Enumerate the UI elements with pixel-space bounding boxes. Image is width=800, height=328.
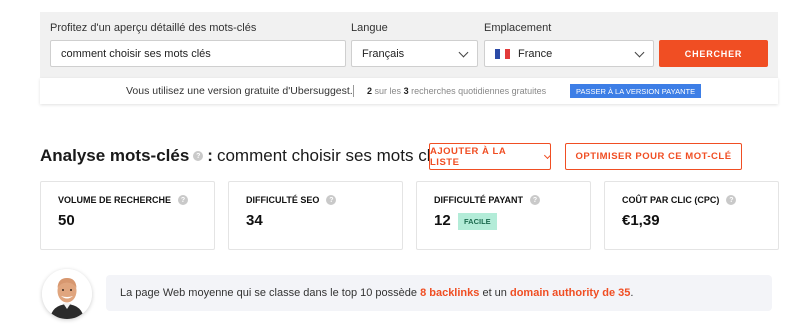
analysis-keyword: comment choisir ses mots clés (216, 146, 449, 165)
metric-label: DIFFICULTÉ SEO (246, 195, 320, 205)
metric-value: 34 (246, 212, 263, 229)
search-button[interactable]: CHERCHER (659, 40, 768, 67)
avatar (42, 269, 92, 319)
backlinks-count: 8 backlinks (420, 287, 480, 299)
metric-card-paid-difficulty: DIFFICULTÉ PAYANT ? 12 FACILE (416, 181, 591, 250)
language-value: Français (362, 47, 405, 60)
metric-title: VOLUME DE RECHERCHE ? (58, 195, 192, 205)
question-circle-icon[interactable]: ? (530, 195, 541, 205)
metric-value: 12 (434, 212, 451, 229)
metric-title: DIFFICULTÉ PAYANT ? (434, 195, 544, 205)
metric-title: COÛT PAR CLIC (CPC) ? (622, 195, 740, 205)
chevron-down-icon (458, 47, 469, 58)
keyword-field[interactable] (50, 40, 346, 67)
metric-value: €1,39 (622, 212, 660, 229)
quota-used: 2 (367, 86, 373, 96)
divider (353, 85, 354, 97)
search-panel: Profitez d'un aperçu détaillé des mots-c… (40, 12, 778, 78)
quota-mid: sur les (374, 86, 402, 96)
language-label: Langue (351, 22, 388, 34)
metric-label: VOLUME DE RECHERCHE (58, 195, 172, 205)
location-label: Emplacement (484, 22, 552, 34)
question-circle-icon[interactable]: ? (326, 195, 337, 205)
question-circle-icon[interactable]: ? (726, 195, 737, 205)
optimize-keyword-button[interactable]: OPTIMISER POUR CE MOT-CLÉ (565, 143, 742, 170)
quota-total: 3 (403, 86, 409, 96)
metric-label: COÛT PAR CLIC (CPC) (622, 195, 720, 205)
metric-card-cpc: COÛT PAR CLIC (CPC) ? €1,39 (604, 181, 779, 250)
metric-label: DIFFICULTÉ PAYANT (434, 195, 524, 205)
add-to-list-button[interactable]: AJOUTER À LA LISTE (429, 143, 552, 170)
question-circle-icon[interactable]: ? (193, 151, 204, 161)
metric-card-seo-difficulty: DIFFICULTÉ SEO ? 34 (228, 181, 403, 250)
avatar-portrait (42, 269, 92, 319)
location-select[interactable]: France (484, 40, 654, 67)
metric-value: 50 (58, 212, 75, 229)
tip-text-end: . (630, 287, 634, 299)
free-version-message: Vous utilisez une version gratuite d'Ube… (126, 85, 353, 97)
tip-text-before: La page Web moyenne qui se classe dans l… (120, 287, 417, 299)
quota-suffix: recherches quotidiennes gratuites (411, 86, 547, 96)
tip-text-mid: et un (482, 287, 507, 299)
upgrade-button[interactable]: PASSER À LA VERSION PAYANTE (570, 84, 702, 98)
france-flag-icon (495, 48, 510, 59)
chevron-down-icon (543, 151, 552, 159)
analysis-title: Analyse mots-clés (40, 146, 190, 165)
chevron-down-icon (634, 47, 645, 58)
title-colon: : (207, 146, 213, 165)
keyword-input[interactable] (61, 47, 345, 60)
add-to-list-label: AJOUTER À LA LISTE (430, 145, 506, 168)
free-version-bar: Vous utilisez une version gratuite d'Ube… (40, 78, 778, 104)
question-circle-icon[interactable]: ? (178, 195, 189, 205)
keyword-label: Profitez d'un aperçu détaillé des mots-c… (50, 22, 257, 34)
page-title: Analyse mots-clés ? : comment choisir se… (40, 146, 448, 166)
location-value: France (518, 47, 553, 60)
search-quota: 2 sur les 3 recherches quotidiennes grat… (367, 86, 546, 96)
insight-tip: La page Web moyenne qui se classe dans l… (106, 275, 772, 311)
language-select[interactable]: Français (351, 40, 478, 67)
domain-authority: domain authority de 35 (509, 287, 631, 299)
metric-card-search-volume: VOLUME DE RECHERCHE ? 50 (40, 181, 215, 250)
metric-title: DIFFICULTÉ SEO ? (246, 195, 340, 205)
difficulty-badge: FACILE (458, 213, 497, 230)
